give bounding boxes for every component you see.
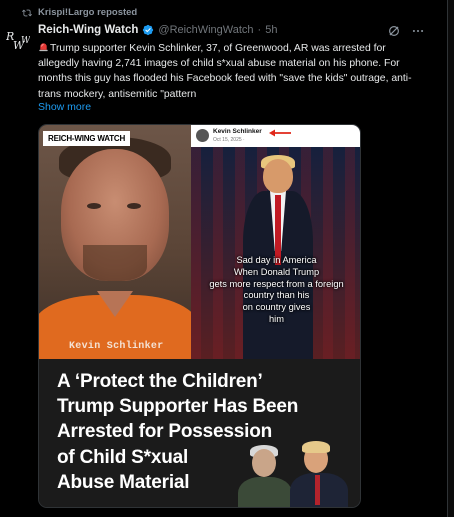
- facebook-post-screenshot: Kevin Schlinker Oct 15, 2025 · Sad day i…: [191, 125, 360, 359]
- handle[interactable]: @ReichWingWatch: [158, 24, 253, 36]
- fb-avatar: [196, 129, 209, 142]
- inset-person-2-tie: [315, 475, 320, 505]
- timestamp[interactable]: 5h: [265, 24, 277, 36]
- reich-wing-watch-logo: REICH-WING WATCH: [43, 131, 131, 146]
- fb-date: Oct 15, 2025 ·: [213, 137, 245, 143]
- svg-text:W: W: [21, 36, 30, 46]
- tweet-header: Reich-Wing Watch @ReichWingWatch · 5h: [38, 24, 277, 36]
- scrollbar-track[interactable]: [448, 0, 454, 517]
- headline-panel: A ‘Protect the Children’ Trump Supporter…: [39, 359, 360, 507]
- repost-icon: [22, 9, 32, 16]
- trump-head: [263, 159, 293, 193]
- tweet-text: Trump supporter Kevin Schlinker, 37, of …: [38, 43, 412, 100]
- tweet-actions-top: [387, 24, 425, 38]
- grok-icon[interactable]: [387, 24, 401, 38]
- show-more-link[interactable]: Show more: [38, 101, 91, 113]
- mugshot-eye-left: [87, 203, 101, 209]
- facebook-post-header: Kevin Schlinker Oct 15, 2025 ·: [191, 125, 360, 147]
- verified-badge-icon: [143, 24, 154, 36]
- inset-person-1-body: [238, 477, 292, 507]
- mugshot-beard: [83, 245, 147, 281]
- avatar[interactable]: R W W: [5, 27, 31, 52]
- fb-name: Kevin Schlinker: [213, 128, 262, 135]
- timeline-frame: Krispi!Largo reposted R W W Reich-Wing W…: [0, 0, 448, 517]
- siren-emoji-icon: [39, 43, 48, 52]
- rww-logo-icon: R W W: [5, 30, 31, 52]
- inset-person-2-hair: [302, 441, 330, 453]
- repost-label: Krispi!Largo reposted: [38, 7, 138, 18]
- inset-person-1-head: [252, 449, 276, 477]
- mugshot-photo: REICH-WING WATCH Kevin Schlinker: [39, 125, 191, 359]
- mugshot-eye-right: [127, 203, 141, 209]
- tweet-body: Trump supporter Kevin Schlinker, 37, of …: [38, 41, 428, 102]
- separator-dot: ·: [257, 24, 262, 36]
- red-arrow-icon: [269, 129, 291, 137]
- mugshot-caption: Kevin Schlinker: [69, 341, 164, 352]
- more-options-icon[interactable]: [411, 24, 425, 38]
- display-name[interactable]: Reich-Wing Watch: [38, 24, 138, 36]
- inset-photo: [238, 439, 348, 507]
- meme-text: Sad day in America When Donald Trump get…: [209, 255, 344, 324]
- tweet-media[interactable]: REICH-WING WATCH Kevin Schlinker Kevin S…: [38, 124, 361, 508]
- repost-indicator[interactable]: Krispi!Largo reposted: [22, 7, 137, 18]
